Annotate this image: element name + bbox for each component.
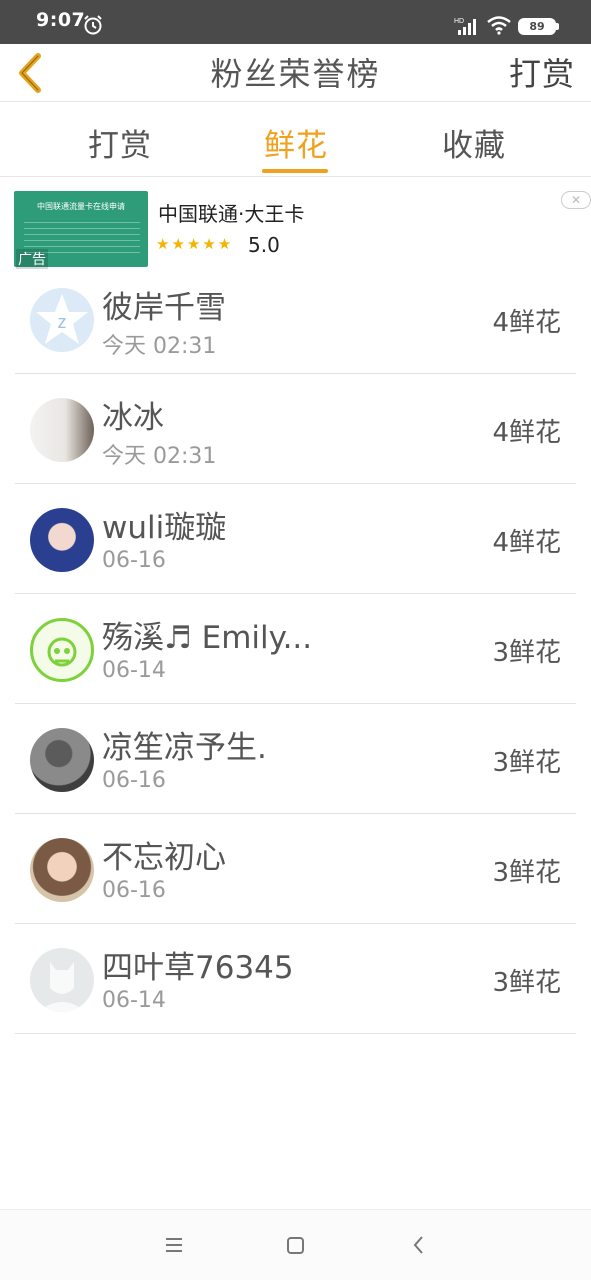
status-bar: 9:07 HD 89 [0,0,591,44]
back-icon[interactable] [406,1232,432,1258]
fan-name: 四叶草76345 [102,950,294,986]
system-navigation-bar [0,1209,591,1280]
svg-text:HD: HD [454,18,464,25]
ad-title: 中国联通·大王卡 [158,202,305,226]
avatar [30,838,94,902]
list-item[interactable]: 凉笙凉予生. 06-16 3鲜花 [0,704,591,814]
flower-count: 3鲜花 [492,858,561,888]
list-item[interactable]: 四叶草76345 06-14 3鲜花 [0,924,591,1034]
fan-time: 今天 02:31 [102,444,217,469]
ad-rating: 5.0 [248,233,280,257]
flower-count: 4鲜花 [492,308,561,338]
page-title: 粉丝荣誉榜 [210,55,381,93]
tab-reward[interactable]: 打赏 [88,120,152,165]
fan-time: 06-14 [102,988,166,1013]
avatar [30,728,94,792]
avatar [30,398,94,462]
svg-text:z: z [58,312,67,332]
nav-bar: 粉丝荣誉榜 打赏 [0,44,591,102]
fan-list: z 彼岸千雪 今天 02:31 4鲜花 冰冰 今天 02:31 4鲜花 wuli… [0,264,591,1034]
list-item[interactable]: 不忘初心 06-16 3鲜花 [0,814,591,924]
ad-banner[interactable]: 中国联通流量卡在线申请 广告 中国联通·大王卡 ★★★★★ 5.0 [0,178,591,274]
fan-name: 殇溪♬ Emily... [102,620,313,656]
avatar [30,508,94,572]
fan-name: 冰冰 [102,400,164,436]
fan-name: 不忘初心 [102,840,226,876]
ad-image-heading: 中国联通流量卡在线申请 [37,202,125,211]
battery-tip [556,23,559,30]
list-item[interactable]: z 彼岸千雪 今天 02:31 4鲜花 [0,264,591,374]
avatar [30,618,94,682]
list-item[interactable]: 殇溪♬ Emily... 06-14 3鲜花 [0,594,591,704]
default-avatar-icon [38,962,86,1012]
star-rating-icon: ★★★★★ [156,235,234,253]
reward-button[interactable]: 打赏 [509,49,575,95]
home-square-icon[interactable] [282,1232,308,1258]
signal-icon: HD [454,18,476,35]
flower-count: 4鲜花 [492,418,561,448]
fan-time: 06-16 [102,768,166,793]
wifi-icon [487,16,511,35]
battery-indicator: 89 [518,18,556,35]
alarm-clock-icon [84,15,102,35]
divider [15,1033,576,1034]
active-tab-indicator [262,169,328,173]
list-item[interactable]: wuli璇璇 06-16 4鲜花 [0,484,591,594]
fan-time: 06-14 [102,658,166,683]
fan-name: 凉笙凉予生. [102,730,267,766]
fan-time: 06-16 [102,878,166,903]
ad-close-icon[interactable]: ✕ [561,191,591,209]
list-item[interactable]: 冰冰 今天 02:31 4鲜花 [0,374,591,484]
fan-time: 06-16 [102,548,166,573]
tab-favorites[interactable]: 收藏 [442,120,506,165]
flower-count: 3鲜花 [492,638,561,668]
avatar: z [30,288,94,352]
skull-badge-icon [47,637,77,667]
flower-count: 3鲜花 [492,748,561,778]
tab-bar: 打赏 鲜花 收藏 [0,102,591,177]
avatar [30,948,94,1012]
fan-name: 彼岸千雪 [102,290,226,326]
fan-time: 今天 02:31 [102,334,217,359]
flower-count: 4鲜花 [492,528,561,558]
qq-logo-icon: z [36,294,88,344]
status-time: 9:07 [36,9,86,31]
flower-count: 3鲜花 [492,968,561,998]
menu-icon[interactable] [161,1232,187,1258]
tab-flowers[interactable]: 鲜花 [264,120,328,165]
fan-name: wuli璇璇 [102,510,227,546]
